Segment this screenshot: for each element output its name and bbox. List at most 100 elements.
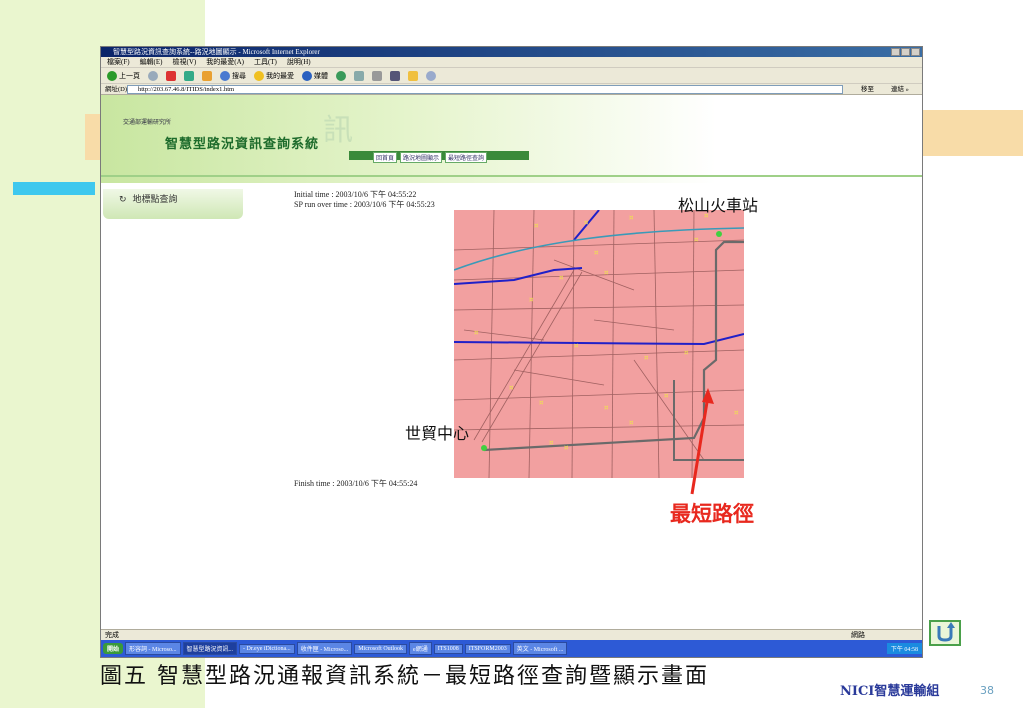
svg-text:¤: ¤ xyxy=(564,444,569,452)
favorites-button[interactable]: 我的最愛 xyxy=(254,70,294,81)
svg-text:¤: ¤ xyxy=(734,409,739,417)
svg-text:¤: ¤ xyxy=(474,329,479,337)
svg-text:¤: ¤ xyxy=(559,274,564,282)
messenger-button[interactable] xyxy=(426,70,436,81)
start-marker xyxy=(481,445,487,451)
refresh-icon: ↻ xyxy=(119,195,127,205)
system-clock: 下午 04:58 xyxy=(886,643,922,654)
svg-text:¤: ¤ xyxy=(604,404,609,412)
home-button[interactable] xyxy=(202,70,212,81)
mail-icon xyxy=(354,70,364,81)
search-icon xyxy=(220,70,230,81)
minimize-button[interactable] xyxy=(891,48,900,56)
back-arrow-icon xyxy=(107,70,117,81)
task-item[interactable]: e網通 xyxy=(409,642,432,655)
slide-caption: 圖五 智慧型路況通報資訊系統－最短路徑查詢暨顯示畫面 xyxy=(100,664,709,689)
svg-text:¤: ¤ xyxy=(574,342,579,350)
menu-file[interactable]: 檔案(F) xyxy=(107,57,130,67)
svg-text:¤: ¤ xyxy=(534,222,539,230)
maximize-button[interactable] xyxy=(901,48,910,56)
edit-button[interactable] xyxy=(390,70,400,81)
task-item[interactable]: Microsoft Outlook xyxy=(354,643,408,654)
finish-time: Finish time : 2003/10/6 下午 04:55:24 xyxy=(294,479,418,488)
edit-icon xyxy=(390,70,400,81)
label-shortest-path: 最短路徑 xyxy=(670,501,754,526)
start-button[interactable]: 開始 xyxy=(103,643,124,654)
task-item[interactable]: 收件匣 - Microso... xyxy=(296,642,353,655)
return-icon xyxy=(937,622,955,642)
home-icon xyxy=(202,70,212,81)
menu-help[interactable]: 說明(H) xyxy=(287,57,311,67)
go-button[interactable]: 移至 xyxy=(861,84,874,95)
window-titlebar: 智慧型路況資訊查詢系統--路況地圖顯示 - Microsoft Internet… xyxy=(101,47,922,57)
label-world-trade-center: 世貿中心 xyxy=(405,424,470,443)
media-icon xyxy=(302,70,312,81)
close-button[interactable] xyxy=(911,48,920,56)
menu-bar: 檔案(F) 編輯(E) 檢視(V) 我的最愛(A) 工具(T) 說明(H) xyxy=(101,57,922,67)
forward-arrow-icon xyxy=(148,70,158,81)
task-item[interactable]: 英文 - Microsoft ... xyxy=(512,642,568,655)
address-bar: 網址(D) http://203.67.46.8/ITIDS/index1.ht… xyxy=(101,83,922,95)
system-title: 智慧型路況資訊查詢系統 xyxy=(165,136,320,151)
refresh-icon xyxy=(184,70,194,81)
address-input[interactable]: http://203.67.46.8/ITIDS/index1.htm xyxy=(127,85,843,94)
print-button[interactable] xyxy=(372,70,382,81)
task-item[interactable]: ITS1008 xyxy=(433,643,463,654)
taskbar: 開始 形容詞 - Microso... 智慧型路況資訊... - Dr.eye … xyxy=(101,640,922,657)
svg-text:¤: ¤ xyxy=(549,439,554,447)
browser-toolbar: 上一頁 搜尋 我的最愛 媒體 xyxy=(101,67,922,83)
sp-run-over-time: SP run over time : 2003/10/6 下午 04:55:23 xyxy=(294,200,435,209)
status-text: 完成 xyxy=(105,631,119,639)
links-button[interactable]: 連結 » xyxy=(891,84,909,95)
task-item[interactable]: - Dr.eye iDictiona... xyxy=(239,643,295,654)
task-item[interactable]: ITSFORM2003 xyxy=(464,643,511,654)
org-name: 交通部運輸研究所 xyxy=(123,120,172,126)
menu-view[interactable]: 檢視(V) xyxy=(173,57,197,67)
stop-button[interactable] xyxy=(166,70,176,81)
nav-home[interactable]: 回首頁 xyxy=(373,152,398,163)
svg-text:¤: ¤ xyxy=(539,399,544,407)
slide-cyan-bar xyxy=(13,182,95,195)
stop-icon xyxy=(166,70,176,81)
back-button[interactable]: 上一頁 xyxy=(107,70,140,81)
print-icon xyxy=(372,70,382,81)
slide-orange-band-right xyxy=(922,110,1023,156)
banner-watermark: 訊 xyxy=(323,114,353,147)
mail-button[interactable] xyxy=(354,70,364,81)
window-title: 智慧型路況資訊查詢系統--路況地圖顯示 - Microsoft Internet… xyxy=(113,48,320,56)
task-item[interactable]: 形容詞 - Microso... xyxy=(125,642,181,655)
search-button[interactable]: 搜尋 xyxy=(220,70,246,81)
task-item-active[interactable]: 智慧型路況資訊... xyxy=(182,642,238,655)
folder-button[interactable] xyxy=(408,70,418,81)
svg-text:¤: ¤ xyxy=(604,269,609,277)
folder-icon xyxy=(408,70,418,81)
svg-text:¤: ¤ xyxy=(594,249,599,257)
history-icon xyxy=(336,70,346,81)
landmark-query-label: 地標點查詢 xyxy=(132,195,178,205)
svg-text:¤: ¤ xyxy=(509,384,514,392)
messenger-icon xyxy=(426,70,436,81)
menu-tools[interactable]: 工具(T) xyxy=(254,57,277,67)
star-icon xyxy=(254,70,264,81)
landmark-query-button[interactable]: ↻ 地標點查詢 xyxy=(103,189,243,219)
nav-traffic-map[interactable]: 路況地圖顯示 xyxy=(400,152,443,163)
slide-footer: NICI智慧運輸組 xyxy=(840,684,940,699)
banner-divider xyxy=(101,175,922,177)
nav-shortest-path[interactable]: 最短路徑查詢 xyxy=(445,152,488,163)
forward-button[interactable] xyxy=(148,70,158,81)
history-button[interactable] xyxy=(336,70,346,81)
menu-edit[interactable]: 編輯(E) xyxy=(140,57,163,67)
return-button[interactable] xyxy=(929,620,961,646)
svg-text:¤: ¤ xyxy=(629,214,634,222)
svg-text:¤: ¤ xyxy=(694,236,699,244)
address-label: 網址(D) xyxy=(105,86,128,93)
page-number: 38 xyxy=(980,684,994,697)
banner-nav: 回首頁 路況地圖顯示 最短路徑查詢 xyxy=(373,152,488,163)
media-button[interactable]: 媒體 xyxy=(302,70,328,81)
menu-favorites[interactable]: 我的最愛(A) xyxy=(206,57,244,67)
svg-text:¤: ¤ xyxy=(584,219,589,227)
svg-text:¤: ¤ xyxy=(664,392,669,400)
site-banner: 交通部運輸研究所 訊 智慧型路況資訊查詢系統 回首頁 路況地圖顯示 最短路徑查詢 xyxy=(101,95,922,183)
refresh-button[interactable] xyxy=(184,70,194,81)
svg-text:¤: ¤ xyxy=(684,349,689,357)
